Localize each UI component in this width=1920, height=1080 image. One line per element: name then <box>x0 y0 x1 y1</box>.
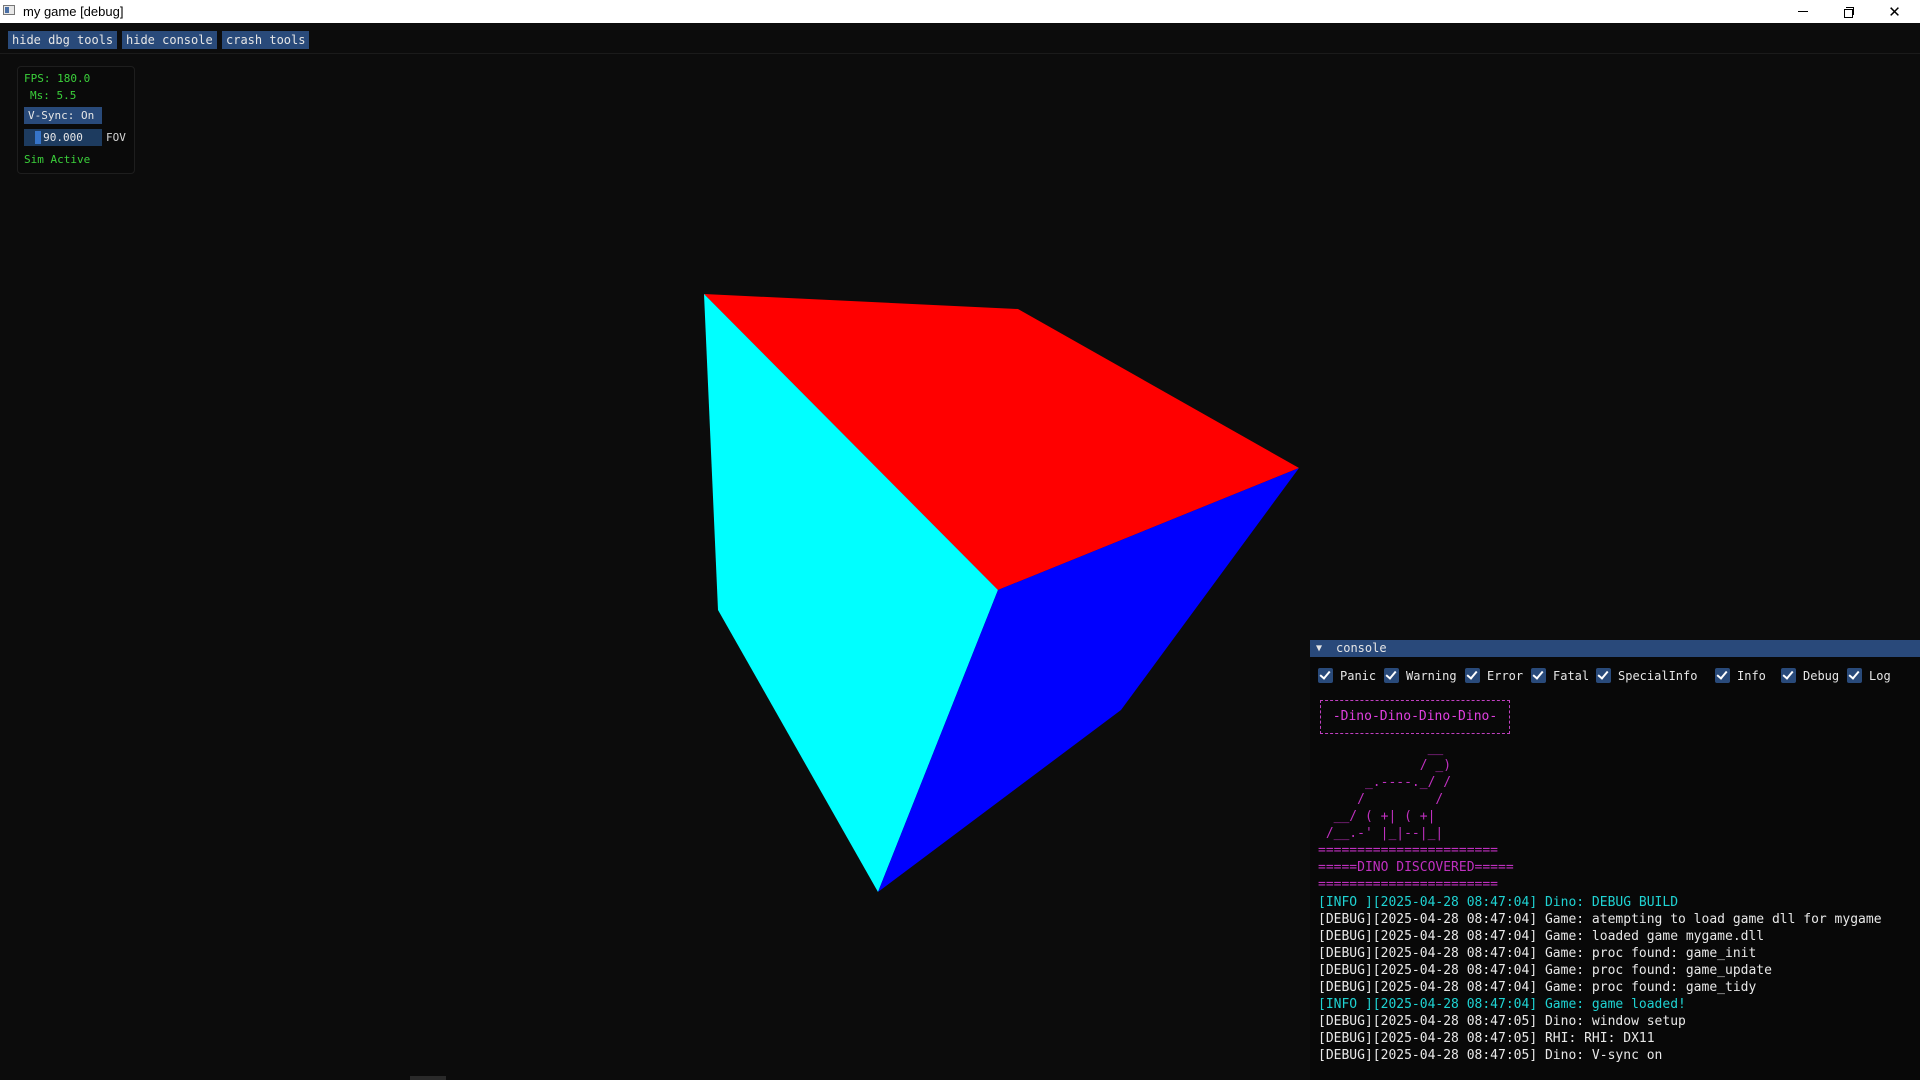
log-line: [DEBUG][2025-04-28 08:47:04] Game: proc … <box>1318 946 1757 961</box>
log-line: [DEBUG][2025-04-28 08:47:04] Game: proc … <box>1318 980 1757 995</box>
dino-ascii-art: __ / _) _.----._/ / / / __/ ( +| ( +| /_… <box>1318 741 1514 892</box>
log-line: [DEBUG][2025-04-28 08:47:04] Game: loade… <box>1318 929 1765 944</box>
log-output: [INFO ][2025-04-28 08:47:04] Dino: DEBUG… <box>1318 894 1882 1064</box>
log-line: [DEBUG][2025-04-28 08:47:04] Game: proc … <box>1318 963 1772 978</box>
log-line: [INFO ][2025-04-28 08:47:04] Dino: DEBUG… <box>1318 895 1679 910</box>
console-title: console <box>1336 641 1387 655</box>
log-line: [DEBUG][2025-04-28 08:47:05] Dino: V-syn… <box>1318 1048 1663 1063</box>
checkbox-icon[interactable] <box>1318 668 1333 683</box>
console-panel[interactable]: ▼ console Panic Warning Error Fatal Spec… <box>1310 640 1920 1080</box>
log-line: [DEBUG][2025-04-28 08:47:05] Dino: windo… <box>1318 1014 1686 1029</box>
checkbox-icon[interactable] <box>1781 668 1796 683</box>
console-header[interactable]: ▼ console <box>1310 640 1920 657</box>
checkbox-icon[interactable] <box>1384 668 1399 683</box>
checkbox-icon[interactable] <box>1531 668 1546 683</box>
collapse-arrow-icon[interactable]: ▼ <box>1316 640 1322 657</box>
dino-banner: -Dino-Dino-Dino-Dino- <box>1320 700 1510 734</box>
horizontal-scroll-indicator[interactable] <box>410 1076 446 1080</box>
log-line: [DEBUG][2025-04-28 08:47:04] Game: atemp… <box>1318 912 1882 927</box>
log-line: [INFO ][2025-04-28 08:47:04] Game: game … <box>1318 997 1686 1012</box>
checkbox-icon[interactable] <box>1596 668 1611 683</box>
log-line: [DEBUG][2025-04-28 08:47:05] RHI: RHI: D… <box>1318 1031 1655 1046</box>
checkbox-icon[interactable] <box>1465 668 1480 683</box>
checkbox-icon[interactable] <box>1847 668 1862 683</box>
checkbox-icon[interactable] <box>1715 668 1730 683</box>
